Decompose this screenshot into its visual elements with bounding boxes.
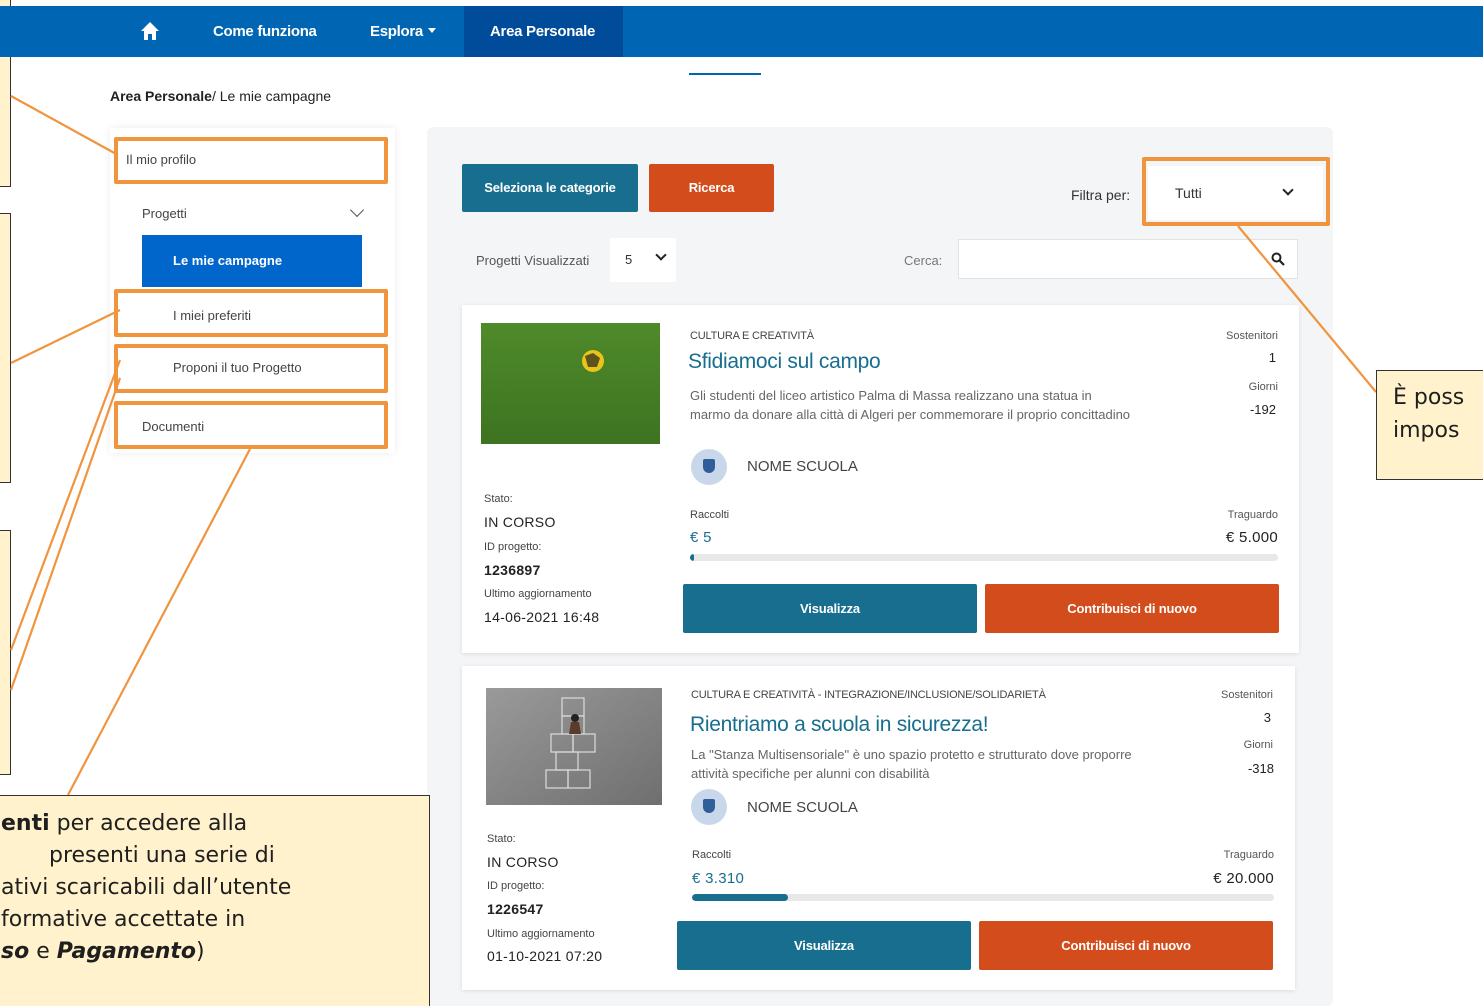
nav-esplora-label: Esplora xyxy=(370,23,423,40)
sidebar-item-progetti[interactable]: Progetti xyxy=(142,206,187,221)
supporters-count: 1 xyxy=(1268,350,1276,365)
callout-bottom-line: so e Pagamento) xyxy=(1,936,429,968)
goal-label: Traguardo xyxy=(1223,849,1274,861)
days-label: Giorni xyxy=(1248,381,1278,393)
days-count: -318 xyxy=(1247,761,1274,776)
callout-text: per accedere alla xyxy=(49,811,248,836)
callout-text: ) xyxy=(196,939,205,964)
callout-note-bottom: enti per accedere alla presenti una seri… xyxy=(0,795,430,1006)
highlight-proponi xyxy=(114,344,388,393)
goal-amount: € 20.000 xyxy=(1213,870,1274,887)
callout-bold: so xyxy=(1,939,30,964)
id-label: ID progetto: xyxy=(484,541,542,553)
progress-fill xyxy=(692,894,789,901)
callout-bottom-line: formative accettate in xyxy=(1,907,246,932)
supporters-label: Sostenitori xyxy=(1221,689,1273,701)
chevron-down-icon xyxy=(655,249,667,261)
highlight-preferiti xyxy=(114,289,388,337)
raised-amount: € 3.310 xyxy=(692,870,745,887)
shown-select-value: 5 xyxy=(625,252,633,267)
project-title[interactable]: Rientriamo a scuola in sicurezza! xyxy=(690,713,989,737)
callout-bold: Pagamento xyxy=(56,939,197,964)
callout-right-line: impos xyxy=(1393,418,1460,443)
days-count: -192 xyxy=(1249,402,1276,417)
project-description: La "Stanza Multisensoriale" è uno spazio… xyxy=(691,747,1132,781)
view-button[interactable]: Visualizza xyxy=(683,584,977,633)
school-name: NOME SCUOLA xyxy=(747,458,858,475)
project-thumbnail[interactable] xyxy=(486,688,662,805)
school-name: NOME SCUOLA xyxy=(747,799,858,816)
state-value: IN CORSO xyxy=(484,514,556,530)
breadcrumb: Area Personale/ Le mie campagne xyxy=(110,88,331,104)
shown-label: Progetti Visualizzati xyxy=(476,253,590,268)
top-navbar: Come funziona Esplora Area Personale xyxy=(0,6,1483,57)
search-label: Cerca: xyxy=(904,253,943,268)
id-value: 1226547 xyxy=(487,901,544,917)
breadcrumb-separator: / xyxy=(211,88,220,104)
progress-fill xyxy=(690,554,694,561)
school-logo xyxy=(691,789,727,825)
breadcrumb-parent[interactable]: Area Personale xyxy=(110,88,212,104)
shown-select[interactable]: 5 xyxy=(610,238,676,282)
goal-label: Traguardo xyxy=(1227,509,1278,521)
supporters-label: Sostenitori xyxy=(1226,330,1278,342)
callout-text: e xyxy=(29,939,57,964)
project-thumbnail[interactable] xyxy=(481,323,660,444)
search-icon[interactable] xyxy=(1271,252,1285,266)
raised-amount: € 5 xyxy=(690,529,712,546)
contribute-button[interactable]: Contribuisci di nuovo xyxy=(979,921,1273,970)
tab-underline xyxy=(689,73,761,75)
project-title[interactable]: Sfidiamoci sul campo xyxy=(688,350,881,374)
nav-esplora[interactable]: Esplora xyxy=(370,6,436,57)
highlight-profilo xyxy=(114,137,388,184)
callout-bottom-line: presenti una serie di xyxy=(49,843,275,868)
select-categories-button[interactable]: Seleziona le categorie xyxy=(462,164,638,212)
goal-amount: € 5.000 xyxy=(1225,529,1278,546)
raised-label: Raccolti xyxy=(692,849,732,861)
caret-down-icon xyxy=(427,28,436,33)
callout-bold: enti xyxy=(1,811,50,836)
callout-note-right: È poss impos xyxy=(1376,370,1483,480)
contribute-button[interactable]: Contribuisci di nuovo xyxy=(985,584,1279,633)
supporters-count: 3 xyxy=(1263,710,1271,725)
updated-label: Ultimo aggiornamento xyxy=(487,928,595,940)
view-button[interactable]: Visualizza xyxy=(677,921,971,970)
breadcrumb-current: Le mie campagne xyxy=(219,88,332,104)
sidebar-item-le-mie-campagne[interactable]: Le mie campagne xyxy=(142,235,362,287)
days-label: Giorni xyxy=(1243,739,1273,751)
progress-bar xyxy=(692,894,1274,901)
callout-note-left-3 xyxy=(0,530,11,775)
nav-come-funziona[interactable]: Come funziona xyxy=(213,6,317,57)
school-logo xyxy=(691,449,727,485)
search-button[interactable]: Ricerca xyxy=(649,164,774,212)
callout-bottom-line: enti per accedere alla xyxy=(1,808,429,840)
filter-label: Filtra per: xyxy=(1071,187,1131,203)
project-description: Gli studenti del liceo artistico Palma d… xyxy=(690,388,1131,422)
highlight-documenti xyxy=(114,401,388,449)
nav-area-personale[interactable]: Area Personale xyxy=(464,6,623,57)
project-category: CULTURA E CREATIVITÀ xyxy=(690,330,814,342)
progress-bar xyxy=(690,554,1278,561)
search-input[interactable] xyxy=(958,239,1298,279)
home-icon[interactable] xyxy=(140,20,160,42)
callout-bottom-line: ativi scaricabili dall’utente xyxy=(1,875,292,900)
state-label: Stato: xyxy=(487,833,516,845)
highlight-filter xyxy=(1142,157,1330,226)
state-value: IN CORSO xyxy=(487,854,559,870)
callout-note-left-2 xyxy=(0,213,11,483)
updated-value: 01-10-2021 07:20 xyxy=(487,948,603,964)
updated-label: Ultimo aggiornamento xyxy=(484,588,592,600)
updated-value: 14-06-2021 16:48 xyxy=(484,609,600,625)
id-value: 1236897 xyxy=(484,562,541,578)
id-label: ID progetto: xyxy=(487,880,545,892)
project-category: CULTURA E CREATIVITÀ - INTEGRAZIONE/INCL… xyxy=(691,689,1046,701)
state-label: Stato: xyxy=(484,493,513,505)
callout-right-line: È poss xyxy=(1393,385,1465,410)
raised-label: Raccolti xyxy=(690,509,730,521)
